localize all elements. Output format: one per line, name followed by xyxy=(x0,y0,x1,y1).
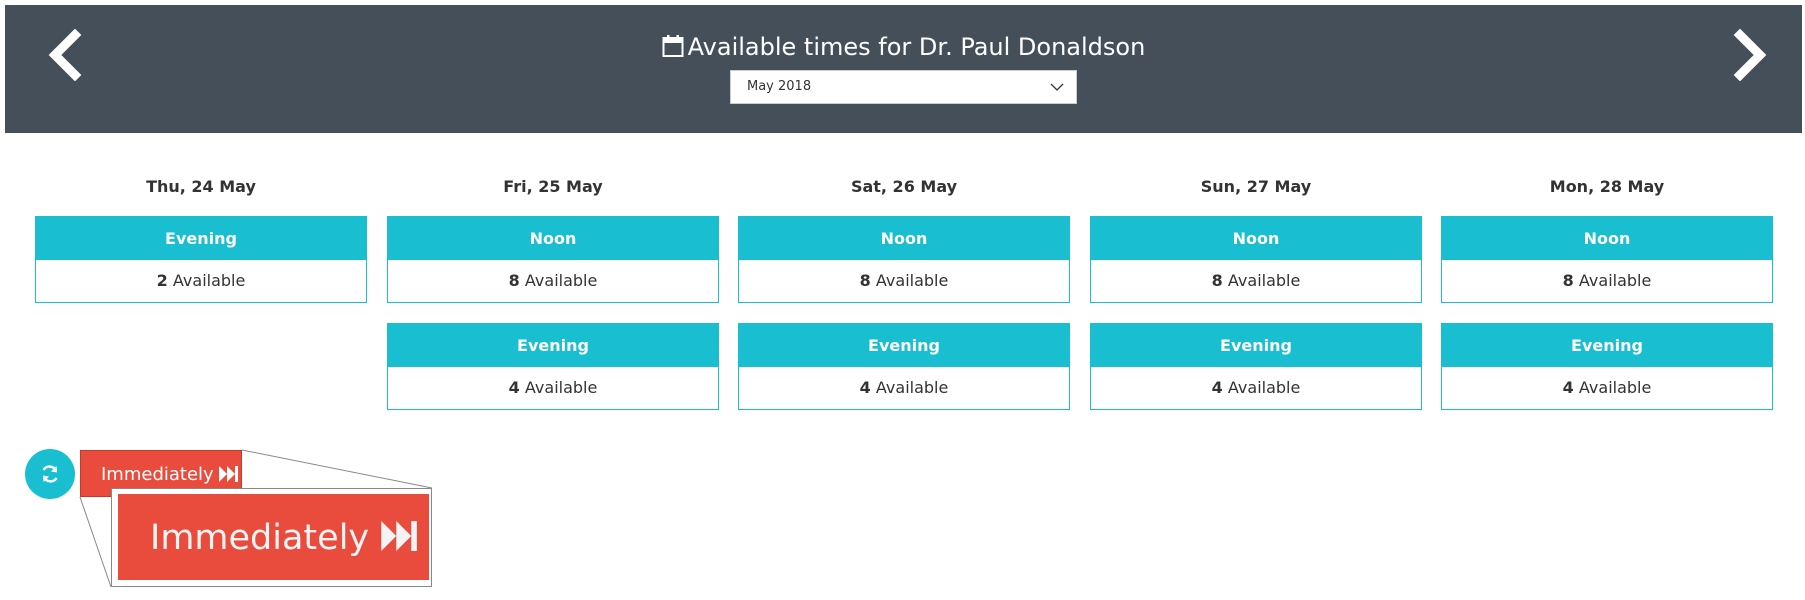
time-slot-evening[interactable]: Evening 4 Available xyxy=(1090,323,1422,410)
page-title: Available times for Dr. Paul Donaldson xyxy=(5,32,1802,62)
slot-availability: 8 Available xyxy=(1091,260,1421,302)
month-select-value: May 2018 xyxy=(747,79,812,94)
time-slot-evening[interactable]: Evening 2 Available xyxy=(35,216,367,303)
day-column: Thu, 24 May Evening 2 Available xyxy=(35,175,367,323)
day-column: Fri, 25 May Noon 8 Available Evening 4 A… xyxy=(387,175,719,430)
slot-period: Noon xyxy=(739,217,1069,260)
time-slot-evening[interactable]: Evening 4 Available xyxy=(1441,323,1773,410)
time-slot-noon[interactable]: Noon 8 Available xyxy=(738,216,1070,303)
day-label: Sat, 26 May xyxy=(850,177,958,196)
slot-period: Evening xyxy=(388,324,718,367)
immediately-label: Immediately xyxy=(101,464,214,485)
zoom-callout: Immediately xyxy=(111,488,432,587)
slot-availability: 4 Available xyxy=(1442,367,1772,409)
slot-period: Noon xyxy=(1442,217,1772,260)
month-select[interactable]: May 2018 xyxy=(730,70,1077,104)
title-text: Available times for Dr. Paul Donaldson xyxy=(687,33,1146,61)
slot-availability: 8 Available xyxy=(1442,260,1772,302)
slot-period: Evening xyxy=(36,217,366,260)
slot-availability: 2 Available xyxy=(36,260,366,302)
calendar-icon xyxy=(662,35,684,57)
zoomed-immediately-button: Immediately xyxy=(118,494,429,580)
day-column: Mon, 28 May Noon 8 Available Evening 4 A… xyxy=(1441,175,1773,430)
day-column: Sat, 26 May Noon 8 Available Evening 4 A… xyxy=(738,175,1070,430)
day-column: Sun, 27 May Noon 8 Available Evening 4 A… xyxy=(1090,175,1422,430)
slot-availability: 4 Available xyxy=(388,367,718,409)
refresh-button[interactable] xyxy=(25,449,75,499)
slot-period: Noon xyxy=(388,217,718,260)
slot-availability: 4 Available xyxy=(739,367,1069,409)
chevron-down-icon xyxy=(1050,83,1064,91)
time-slot-noon[interactable]: Noon 8 Available xyxy=(387,216,719,303)
day-label: Sun, 27 May xyxy=(1200,177,1312,196)
day-label: Fri, 25 May xyxy=(503,177,603,196)
time-slot-noon[interactable]: Noon 8 Available xyxy=(1090,216,1422,303)
slot-period: Evening xyxy=(1442,324,1772,367)
day-label: Mon, 28 May xyxy=(1549,177,1665,196)
slot-period: Evening xyxy=(1091,324,1421,367)
slot-period: Evening xyxy=(739,324,1069,367)
zoomed-immediately-label: Immediately xyxy=(150,518,370,558)
slot-availability: 8 Available xyxy=(388,260,718,302)
slot-availability: 8 Available xyxy=(739,260,1069,302)
day-label: Thu, 24 May xyxy=(146,177,256,196)
time-slot-noon[interactable]: Noon 8 Available xyxy=(1441,216,1773,303)
slot-availability: 4 Available xyxy=(1091,367,1421,409)
fast-forward-icon xyxy=(381,521,418,551)
calendar-header: Available times for Dr. Paul Donaldson M… xyxy=(5,5,1802,133)
refresh-icon xyxy=(42,465,58,483)
time-slot-evening[interactable]: Evening 4 Available xyxy=(738,323,1070,410)
chevron-right-icon[interactable] xyxy=(1730,29,1770,81)
time-slot-evening[interactable]: Evening 4 Available xyxy=(387,323,719,410)
slot-period: Noon xyxy=(1091,217,1421,260)
fast-forward-icon xyxy=(219,466,239,482)
